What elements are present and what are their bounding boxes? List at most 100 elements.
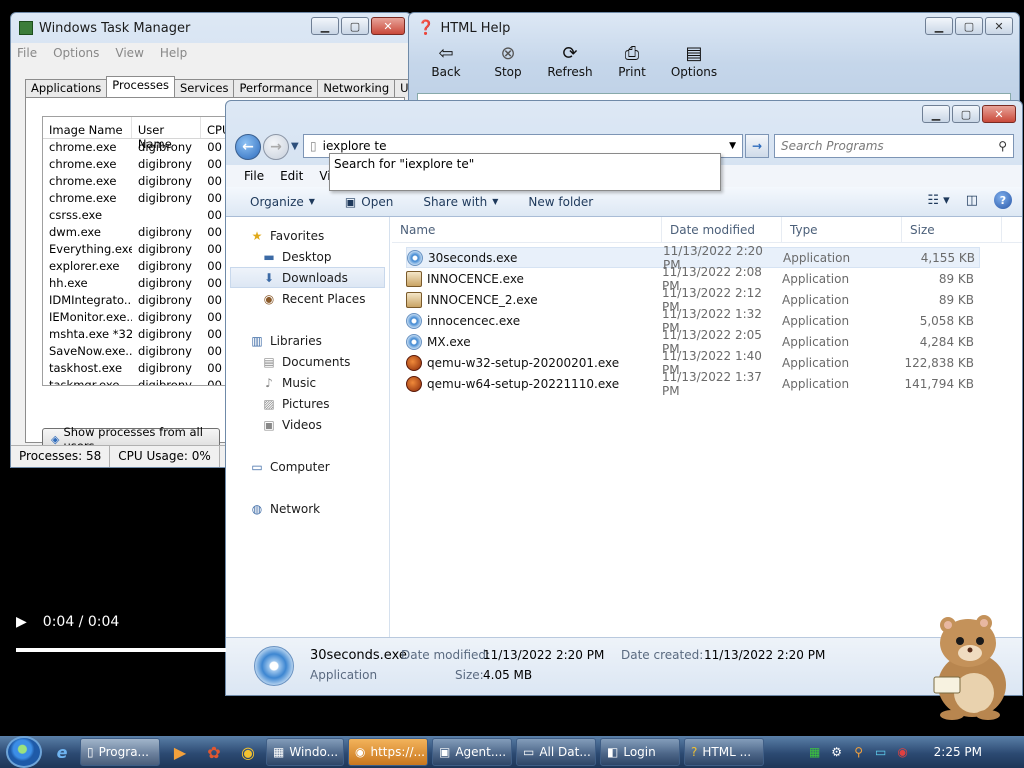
nav-computer[interactable]: ▭ Computer <box>226 456 389 477</box>
view-options-icon[interactable]: ☷ ▾ <box>927 193 949 208</box>
taskbar-button-windows-task-manager[interactable]: ▦ Windo... <box>266 738 344 766</box>
taskbar-button-html-help[interactable]: ? HTML ... <box>684 738 764 766</box>
menu-options[interactable]: Options <box>53 46 99 60</box>
minimize-button[interactable]: ▁ <box>922 105 950 123</box>
tab-processes[interactable]: Processes <box>106 76 175 97</box>
process-row[interactable]: IEMonitor.exe... digibrony 00 <box>43 309 231 326</box>
help-options-button[interactable]: ▤ Options <box>669 43 719 93</box>
search-icon[interactable]: ⚲ <box>998 139 1007 153</box>
forward-button[interactable]: → <box>263 134 289 160</box>
tray-green-icon[interactable]: ▦ <box>808 745 822 759</box>
process-row[interactable]: chrome.exe digibrony 00 <box>43 139 231 156</box>
minimize-button[interactable]: ▁ <box>925 17 953 35</box>
tab-networking[interactable]: Networking <box>317 79 396 97</box>
process-row[interactable]: csrss.exe 00 <box>43 207 231 224</box>
tab-applications[interactable]: Applications <box>25 79 108 97</box>
tab-performance[interactable]: Performance <box>233 79 319 97</box>
tab-services[interactable]: Services <box>173 79 235 97</box>
nav-libraries[interactable]: ▥ Libraries <box>226 330 389 351</box>
tray-record-icon[interactable]: ◉ <box>896 745 910 759</box>
column-date-modified[interactable]: Date modified <box>662 217 782 242</box>
nav-music[interactable]: ♪ Music <box>226 372 389 393</box>
nav-favorites[interactable]: ★ Favorites <box>226 225 389 246</box>
process-row[interactable]: hh.exe digibrony 00 <box>43 275 231 292</box>
process-list[interactable]: Image Name User Name CPU chrome.exe digib… <box>42 116 232 386</box>
nav-recent-places[interactable]: ◉ Recent Places <box>226 288 389 309</box>
video-progress-bar[interactable] <box>16 648 226 652</box>
back-button[interactable]: ← <box>235 134 261 160</box>
process-row[interactable]: chrome.exe digibrony 00 <box>43 173 231 190</box>
explorer-titlebar[interactable]: ▁ ▢ ✕ <box>226 101 1022 131</box>
taskbar-button-login[interactable]: ◧ Login <box>600 738 680 766</box>
close-button[interactable]: ✕ <box>982 105 1016 123</box>
process-row[interactable]: mshta.exe *32 digibrony 00 <box>43 326 231 343</box>
minimize-button[interactable]: ▁ <box>311 17 339 35</box>
paint-icon[interactable]: ✿ <box>200 738 228 766</box>
go-button[interactable]: → <box>745 134 769 158</box>
menu-file[interactable]: File <box>244 169 264 183</box>
process-row[interactable]: SaveNow.exe... digibrony 00 <box>43 343 231 360</box>
internet-explorer-icon[interactable]: e <box>48 738 76 766</box>
recent-pages-dropdown[interactable]: ▼ <box>291 141 299 152</box>
nav-documents[interactable]: ▤ Documents <box>226 351 389 372</box>
nav-pictures[interactable]: ▨ Pictures <box>226 393 389 414</box>
chrome-icon[interactable]: ◉ <box>234 738 262 766</box>
help-stop-button[interactable]: ⊗ Stop <box>483 43 533 93</box>
back-arrow-icon: ⇦ <box>438 43 454 64</box>
column-type[interactable]: Type <box>782 217 902 242</box>
tray-search-icon[interactable]: ⚲ <box>852 745 866 759</box>
taskbar-button-https[interactable]: ◉ https://... <box>348 738 428 766</box>
tray-gear-icon[interactable]: ⚙ <box>830 745 844 759</box>
nav-videos[interactable]: ▣ Videos <box>226 414 389 435</box>
chevron-down-icon[interactable]: ▼ <box>729 141 736 151</box>
menu-view[interactable]: View <box>115 46 143 60</box>
preview-pane-icon[interactable]: ◫ <box>966 193 978 208</box>
media-player-icon[interactable]: ▶ <box>166 738 194 766</box>
process-row[interactable]: dwm.exe digibrony 00 <box>43 224 231 241</box>
maximize-button[interactable]: ▢ <box>955 17 983 35</box>
open-button[interactable]: ▣ Open <box>345 195 393 209</box>
taskbar-clock[interactable]: 2:25 PM <box>934 745 982 759</box>
html-help-titlebar[interactable]: ❓ HTML Help ▁ ▢ ✕ <box>409 13 1019 43</box>
maximize-button[interactable]: ▢ <box>952 105 980 123</box>
close-button[interactable]: ✕ <box>371 17 405 35</box>
organize-button[interactable]: Organize ▼ <box>250 195 315 209</box>
column-user-name[interactable]: User Name <box>132 117 201 151</box>
search-input[interactable]: Search Programs ⚲ <box>774 134 1014 158</box>
file-row[interactable]: qemu-w64-setup-20221110.exe 11/13/2022 1:… <box>406 370 980 398</box>
column-size[interactable]: Size <box>902 217 1002 242</box>
process-row[interactable]: Everything.exe digibrony 00 <box>43 241 231 258</box>
start-button[interactable] <box>6 736 42 768</box>
new-folder-button[interactable]: New folder <box>528 195 593 209</box>
help-icon[interactable]: ? <box>994 191 1012 209</box>
process-row[interactable]: IDMIntegrato... digibrony 00 <box>43 292 231 309</box>
column-name[interactable]: Name <box>392 217 662 242</box>
taskbar-button-all-data[interactable]: ▭ All Dat... <box>516 738 596 766</box>
column-image-name[interactable]: Image Name <box>43 117 132 138</box>
process-row[interactable]: chrome.exe digibrony 00 <box>43 156 231 173</box>
help-print-button[interactable]: ⎙ Print <box>607 43 657 93</box>
address-suggestion-dropdown[interactable]: Search for "iexplore te" <box>329 153 721 191</box>
nav-desktop[interactable]: ▬ Desktop <box>226 246 389 267</box>
tray-display-icon[interactable]: ▭ <box>874 745 888 759</box>
taskbar-button-programs[interactable]: ▯ Progra... <box>80 738 160 766</box>
process-row[interactable]: explorer.exe digibrony 00 <box>43 258 231 275</box>
search-suggestion-item[interactable]: Search for "iexplore te" <box>334 157 474 171</box>
process-row[interactable]: taskhost.exe digibrony 00 <box>43 360 231 377</box>
maximize-button[interactable]: ▢ <box>341 17 369 35</box>
taskbar-button-agent[interactable]: ▣ Agent.... <box>432 738 512 766</box>
address-input[interactable]: iexplore te <box>323 139 387 153</box>
task-manager-titlebar[interactable]: Windows Task Manager ▁ ▢ ✕ <box>11 13 411 43</box>
close-button[interactable]: ✕ <box>985 17 1013 35</box>
help-back-button[interactable]: ⇦ Back <box>421 43 471 93</box>
help-refresh-button[interactable]: ⟳ Refresh <box>545 43 595 93</box>
play-icon[interactable]: ▶ <box>16 614 27 630</box>
nav-downloads[interactable]: ⬇ Downloads <box>230 267 385 288</box>
menu-edit[interactable]: Edit <box>280 169 303 183</box>
menu-file[interactable]: File <box>17 46 37 60</box>
menu-help[interactable]: Help <box>160 46 187 60</box>
share-with-button[interactable]: Share with ▼ <box>423 195 498 209</box>
nav-network[interactable]: ◍ Network <box>226 498 389 519</box>
process-row[interactable]: chrome.exe digibrony 00 <box>43 190 231 207</box>
process-row[interactable]: taskmgr.exe digibrony 00 <box>43 377 231 385</box>
